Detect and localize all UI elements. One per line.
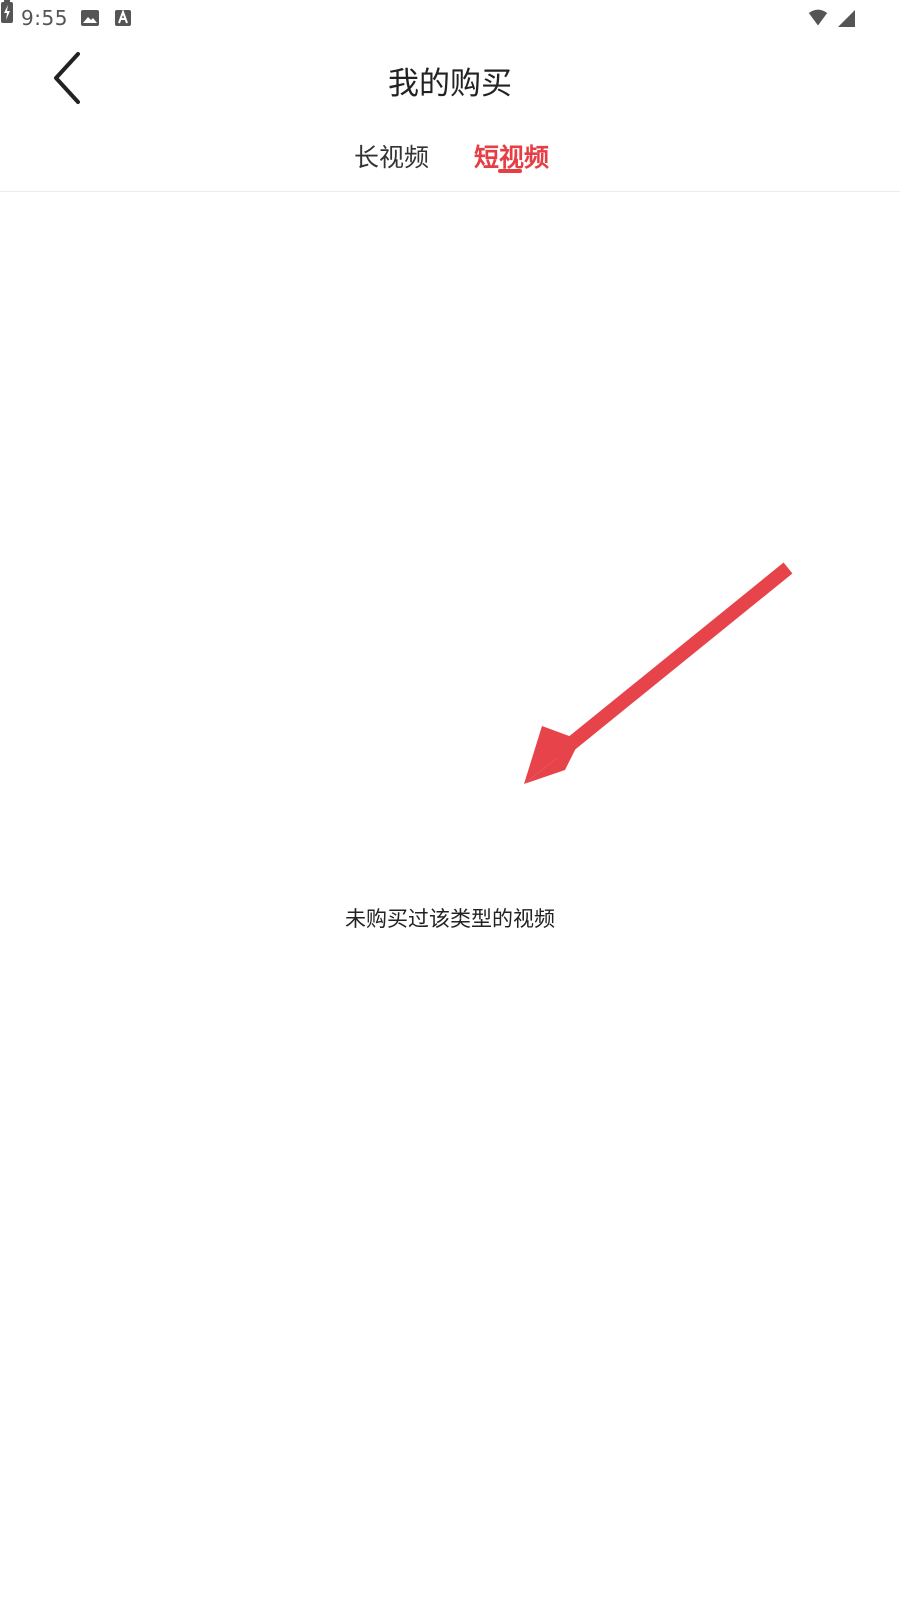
status-bar: 9:55 xyxy=(0,0,900,36)
page-title: 我的购买 xyxy=(388,66,512,102)
active-tab-indicator xyxy=(498,169,522,173)
annotation-arrow-icon xyxy=(524,562,793,784)
a-icon xyxy=(115,9,131,26)
image-icon xyxy=(81,10,99,26)
tab-long-video[interactable]: 长视频 xyxy=(354,138,429,178)
battery-icon xyxy=(1,0,13,23)
empty-state xyxy=(0,192,900,1600)
wifi-icon xyxy=(808,9,828,26)
tab-bar: 长视频 短视频 xyxy=(0,125,900,191)
signal-icon xyxy=(838,10,855,27)
empty-message: 未购买过该类型的视频 xyxy=(345,907,555,931)
header: 我的购买 xyxy=(0,36,900,118)
status-time: 9:55 xyxy=(21,6,68,30)
